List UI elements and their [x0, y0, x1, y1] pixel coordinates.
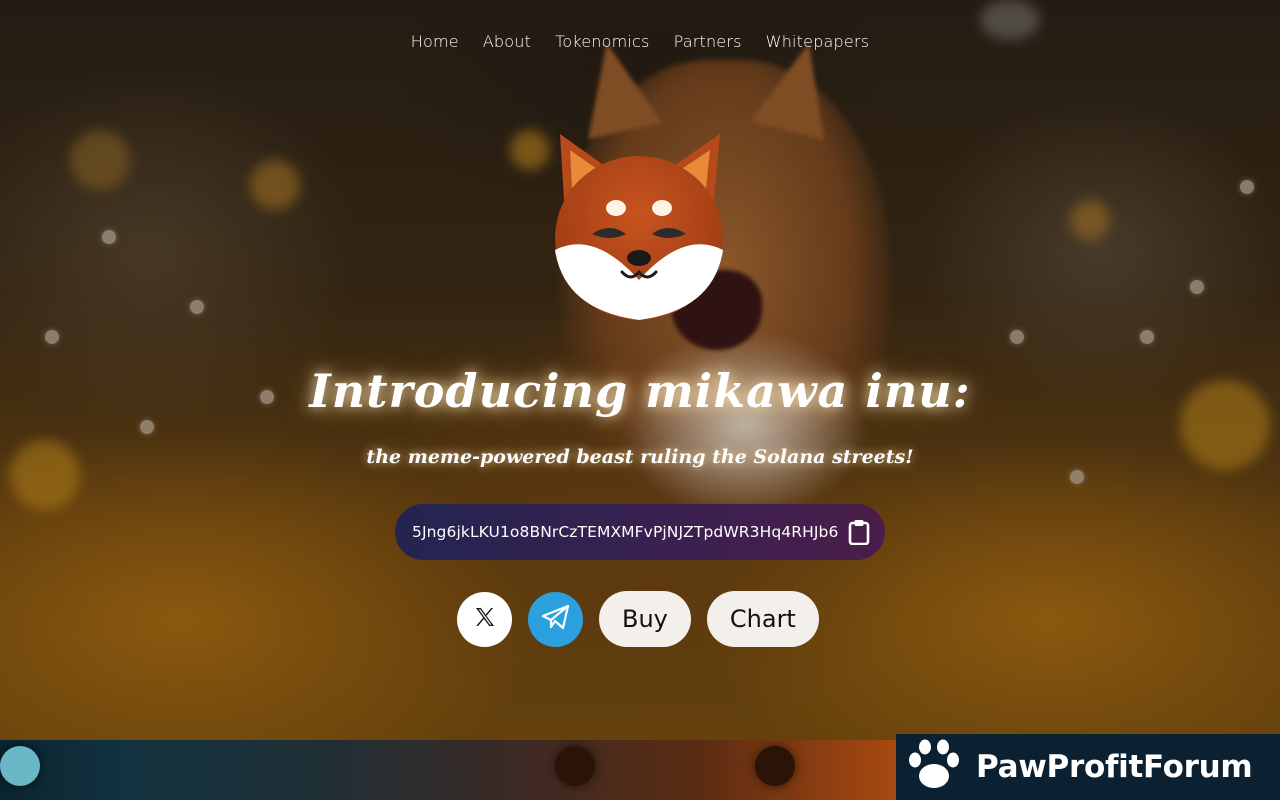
nav-partners[interactable]: Partners — [674, 32, 742, 51]
paw-print-icon — [906, 738, 962, 796]
contract-address-text[interactable]: 5Jng6jkLKU1o8BNrCzTEMXMFvPjNJZTpdWR3Hq4R… — [412, 523, 838, 541]
telegram-button[interactable] — [528, 591, 583, 647]
nav-about[interactable]: About — [483, 32, 531, 51]
contract-address-box[interactable]: 5Jng6jkLKU1o8BNrCzTEMXMFvPjNJZTpdWR3Hq4R… — [395, 504, 885, 560]
nav-whitepapers[interactable]: Whitepapers — [766, 32, 870, 51]
hero-subtitle: the meme-powered beast ruling the Solana… — [366, 446, 914, 468]
robot-eye — [0, 746, 40, 786]
dog-eye — [755, 746, 795, 786]
action-buttons: Buy Chart — [457, 591, 819, 647]
x-social-button[interactable] — [457, 591, 512, 647]
chart-button[interactable]: Chart — [706, 591, 819, 647]
pawprofitforum-watermark: PawProfitForum — [896, 734, 1280, 800]
hero-title: Introducing mikawa inu: — [309, 364, 971, 418]
clipboard-icon[interactable] — [847, 518, 871, 546]
top-navigation: Home About Tokenomics Partners Whitepape… — [0, 32, 1280, 51]
x-logo-icon — [473, 605, 497, 633]
watermark-text: PawProfitForum — [976, 749, 1253, 785]
nav-tokenomics[interactable]: Tokenomics — [555, 32, 649, 51]
buy-button[interactable]: Buy — [599, 591, 691, 647]
nav-home[interactable]: Home — [411, 32, 459, 51]
dog-eye — [555, 746, 595, 786]
shiba-inu-face-logo — [554, 130, 724, 325]
telegram-paper-plane-icon — [541, 603, 571, 635]
